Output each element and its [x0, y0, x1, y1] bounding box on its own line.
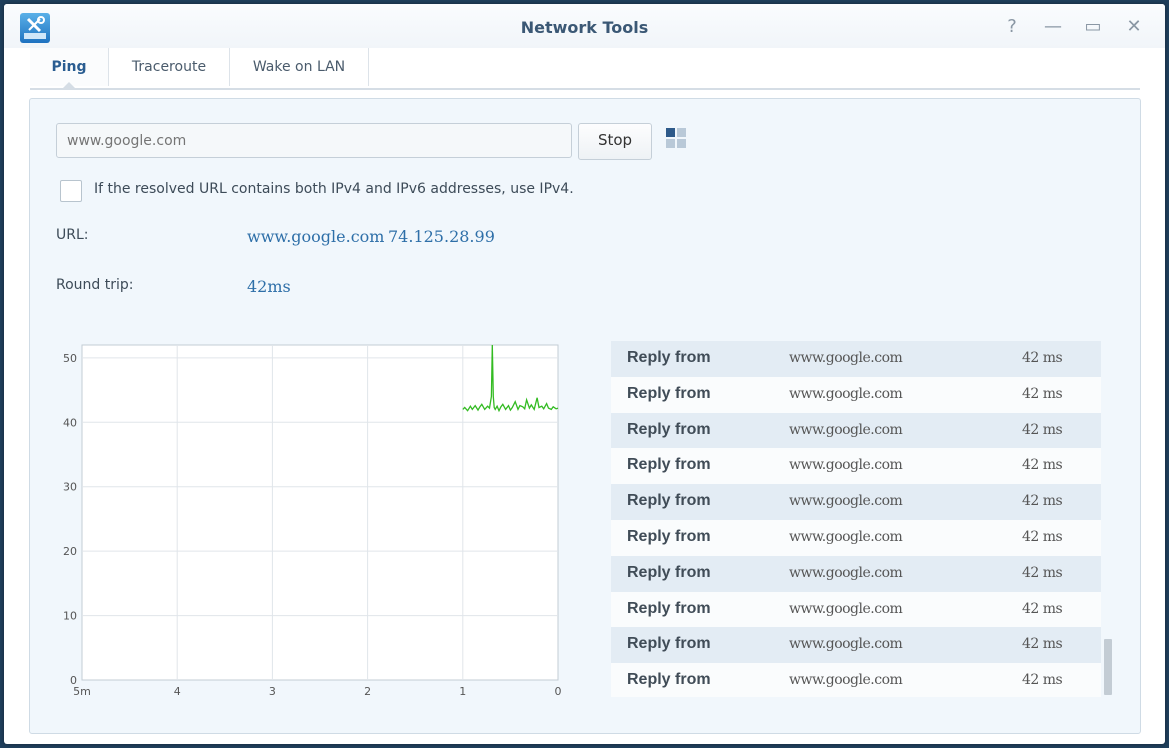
y-tick-label: 40	[63, 416, 77, 429]
y-tick-label: 0	[70, 674, 77, 687]
grid-view-icon[interactable]	[666, 128, 688, 150]
reply-host: www.google.com	[789, 493, 903, 510]
reply-label: Reply from	[627, 492, 711, 510]
reply-host: www.google.com	[789, 564, 903, 581]
tab-divider	[30, 88, 1140, 90]
host-input[interactable]	[56, 123, 572, 158]
tab-traceroute[interactable]: Traceroute	[109, 48, 230, 86]
reply-label: Reply from	[627, 384, 711, 402]
reply-host: www.google.com	[789, 600, 903, 617]
scroll-thumb[interactable]	[1104, 639, 1112, 695]
reply-row: Reply from www.google.com 42 ms	[611, 663, 1101, 697]
minimize-icon[interactable]: —	[1042, 16, 1064, 38]
reply-row: Reply from www.google.com 42 ms	[611, 376, 1101, 413]
close-icon[interactable]: ✕	[1123, 16, 1145, 38]
y-tick-label: 30	[63, 481, 77, 494]
title-bar[interactable]: Network Tools ? — ▭ ✕	[4, 4, 1165, 48]
stop-button[interactable]: Stop	[578, 123, 652, 160]
reply-host: www.google.com	[789, 421, 903, 438]
url-label: URL:	[56, 227, 89, 243]
reply-row: Reply from www.google.com 42 ms	[611, 520, 1101, 556]
reply-row: Reply from www.google.com 42 ms	[611, 412, 1101, 449]
reply-label: Reply from	[627, 528, 711, 545]
window-title: Network Tools	[520, 18, 649, 37]
x-tick-label: 1	[459, 685, 466, 698]
reply-host: www.google.com	[789, 636, 903, 653]
maximize-icon[interactable]: ▭	[1082, 16, 1104, 38]
reply-time: 42 ms	[1022, 636, 1063, 653]
reply-time: 42 ms	[1022, 350, 1063, 366]
y-tick-label: 50	[63, 352, 77, 365]
reply-label: Reply from	[627, 456, 711, 474]
reply-row: Reply from www.google.com 42 ms	[611, 341, 1101, 377]
reply-time: 42 ms	[1022, 493, 1063, 510]
y-tick-label: 10	[63, 610, 77, 623]
reply-time: 42 ms	[1022, 385, 1063, 402]
reply-time: 42 ms	[1022, 457, 1063, 474]
reply-host: www.google.com	[789, 672, 903, 689]
round-trip-label: Round trip:	[56, 277, 134, 293]
reply-time: 42 ms	[1022, 600, 1063, 617]
reply-label: Reply from	[627, 349, 711, 366]
x-tick-label: 3	[269, 685, 276, 698]
ping-panel: Stop If the resolved URL contains both I…	[29, 98, 1141, 734]
reply-label: Reply from	[627, 599, 711, 617]
reply-row: Reply from www.google.com 42 ms	[611, 627, 1101, 664]
y-tick-label: 20	[63, 545, 77, 558]
network-tools-window: Network Tools ? — ▭ ✕ Ping Traceroute Wa…	[4, 4, 1165, 744]
tab-ping[interactable]: Ping	[30, 48, 109, 86]
x-tick-label: 0	[555, 685, 562, 698]
active-tab-indicator	[62, 82, 76, 89]
reply-label: Reply from	[627, 635, 711, 653]
reply-time: 42 ms	[1022, 421, 1063, 438]
reply-label: Reply from	[627, 563, 711, 581]
tab-wake-on-lan[interactable]: Wake on LAN	[230, 48, 369, 86]
round-trip-value: 42ms	[247, 277, 291, 296]
reply-row: Reply from www.google.com 42 ms	[611, 555, 1101, 592]
x-tick-label: 4	[174, 685, 181, 698]
url-host-value: www.google.com	[247, 227, 385, 246]
reply-row: Reply from www.google.com 42 ms	[611, 591, 1101, 628]
url-ip-value: 74.125.28.99	[388, 227, 495, 246]
reply-label: Reply from	[627, 671, 711, 689]
reply-time: 42 ms	[1022, 529, 1063, 545]
reply-host: www.google.com	[789, 457, 903, 474]
reply-host: www.google.com	[789, 529, 903, 545]
reply-list-scrollbar[interactable]	[1104, 341, 1112, 697]
reply-row: Reply from www.google.com 42 ms	[611, 484, 1101, 521]
help-icon[interactable]: ?	[1001, 16, 1023, 38]
reply-time: 42 ms	[1022, 564, 1063, 581]
reply-host: www.google.com	[789, 350, 903, 366]
reply-row: Reply from www.google.com 42 ms	[611, 448, 1101, 485]
round-trip-chart: 5m 4 3 2 1 001020304050	[63, 344, 562, 698]
ipv4-checkbox[interactable]	[60, 180, 82, 202]
chart-plot-area	[81, 344, 559, 681]
reply-label: Reply from	[627, 420, 711, 438]
ipv4-checkbox-label: If the resolved URL contains both IPv4 a…	[94, 181, 574, 197]
x-tick-label: 2	[364, 685, 371, 698]
reply-host: www.google.com	[789, 385, 903, 402]
reply-time: 42 ms	[1022, 672, 1063, 689]
reply-list[interactable]: Reply from www.google.com 42 ms Reply from w…	[611, 341, 1101, 697]
